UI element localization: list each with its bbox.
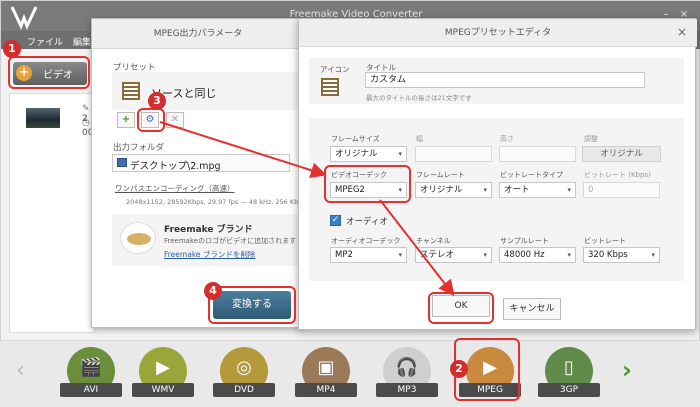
audio-bitrate-value: 320 Kbps [588,250,628,260]
brand-logo-icon [120,222,156,254]
frame-size-label: フレームサイズ [331,135,380,143]
audio-codec-value: MP2 [335,250,353,260]
channel-value: ステレオ [420,250,455,260]
format-label: MP3 [376,383,438,397]
freemake-logo [10,6,38,30]
format-label: 3GP [538,383,600,397]
dialog-title: MPEGプリセットエディタ [299,19,697,47]
icon-label: アイコン [320,65,350,74]
audio-bitrate-label: ビットレート [584,237,626,245]
audio-bitrate-select[interactable]: 320 Kbps ▾ [583,247,660,263]
highlight-gear [137,108,165,132]
format-3gp[interactable]: ▯ 3GP [538,347,600,399]
sample-rate-value: 48000 Hz [504,250,545,260]
format-label: MP4 [295,383,357,397]
frame-rate-value: オリジナル [420,185,463,195]
format-wmv[interactable]: ▶ WMV [132,347,194,399]
clock-icon: ◷ [82,118,90,128]
bitrate-type-label: ビットレートタイプ [500,171,563,179]
film-icon [122,82,140,100]
frame-size-value: オリジナル [335,149,378,159]
title-hint: 最大のタイトルの長さは21文字です [366,94,472,102]
output-path: デスクトップ\2.mpg [130,161,221,172]
bitrate-type-select[interactable]: オート ▾ [499,182,576,198]
pencil-icon[interactable]: ✎ [82,104,90,114]
height-input [499,146,576,162]
monitor-icon [117,158,127,167]
format-avi[interactable]: 🎬 AVI [60,347,122,399]
scroll-right-icon[interactable]: › [622,356,632,384]
audio-checkbox[interactable]: ✓ [330,215,341,226]
film-icon[interactable] [321,78,339,96]
clapper-icon: 🎬 [79,357,103,378]
format-label: WMV [132,383,194,397]
bitrate-type-value: オート [504,185,530,195]
play-icon: ▶ [156,357,170,378]
dialog-title: MPEG出力パラメータ [92,19,304,49]
highlight-video-button [8,56,90,89]
frame-size-select[interactable]: オリジナル ▾ [330,146,407,162]
chevron-down-icon: ▾ [483,186,487,194]
sample-rate-select[interactable]: 48000 Hz ▾ [499,247,576,263]
audio-codec-label: オーディオコーデック [331,237,401,245]
brand-subtitle: Freemakeのロゴがビデオに追加されます [164,237,297,245]
sample-rate-label: サンプルレート [500,237,549,245]
step-badge-3: 3 [148,92,166,110]
bitrate-kbps-label: ビットレート (Kbps) [584,171,651,179]
freemake-brand-box: Freemake ブランド Freemakeのロゴがビデオに追加されます Fre… [112,214,302,266]
audio-checkbox-label: オーディオ [346,217,388,227]
highlight-video-codec [324,165,411,203]
width-label: 幅 [416,135,423,143]
width-input [415,146,492,162]
delete-preset-icon[interactable]: ✕ [166,112,184,128]
chevron-down-icon: ▾ [398,150,402,158]
add-preset-icon[interactable]: + [117,112,135,128]
adjust-label: 調整 [584,135,598,143]
file-list: ✎ 2 ◷ 00: [9,93,96,333]
format-label: DVD [213,383,275,397]
step-badge-1: 1 [3,40,21,58]
phone-icon: ▯ [564,357,574,378]
adjust-button[interactable]: オリジナル [582,146,661,162]
bitrate-kbps-input: 0 [583,182,660,198]
audio-codec-select[interactable]: MP2 ▾ [330,247,407,263]
height-label: 高さ [500,135,514,143]
channel-label: チャンネル [416,237,451,245]
format-dvd[interactable]: ◎ DVD [213,347,275,399]
menu-file[interactable]: ファイル [27,35,63,48]
video-thumbnail[interactable] [26,108,60,128]
remove-brand-link[interactable]: Freemake ブランドを削除 [164,249,255,260]
scroll-left-icon[interactable]: ‹ [16,358,25,383]
output-folder-label: 出力フォルダ [113,143,165,153]
frame-rate-label: フレームレート [416,171,465,179]
frame-rate-select[interactable]: オリジナル ▾ [415,182,492,198]
chevron-down-icon: ▾ [567,186,571,194]
step-badge-4: 4 [204,282,222,300]
headphones-icon: 🎧 [395,357,419,378]
format-label: AVI [60,383,122,397]
format-mp3[interactable]: 🎧 MP3 [376,347,438,399]
chevron-down-icon: ▾ [483,251,487,259]
chevron-down-icon: ▾ [398,251,402,259]
title-input[interactable]: カスタム [365,72,645,88]
chevron-down-icon: ▾ [567,251,571,259]
highlight-ok [428,292,494,324]
step-badge-2: 2 [450,360,468,378]
image-icon: ▣ [317,357,335,378]
close-icon[interactable]: × [677,25,687,39]
brand-logo-inner [127,233,151,245]
one-pass-link[interactable]: ワンパスエンコーディング（高速） [115,183,234,194]
disc-icon: ◎ [236,357,252,378]
channel-select[interactable]: ステレオ ▾ [415,247,492,263]
brand-title: Freemake ブランド [164,225,253,235]
chevron-down-icon: ▾ [651,251,655,259]
format-mp4[interactable]: ▣ MP4 [295,347,357,399]
cancel-button[interactable]: キャンセル [503,298,561,320]
menu-edit[interactable]: 編集 [73,35,91,48]
